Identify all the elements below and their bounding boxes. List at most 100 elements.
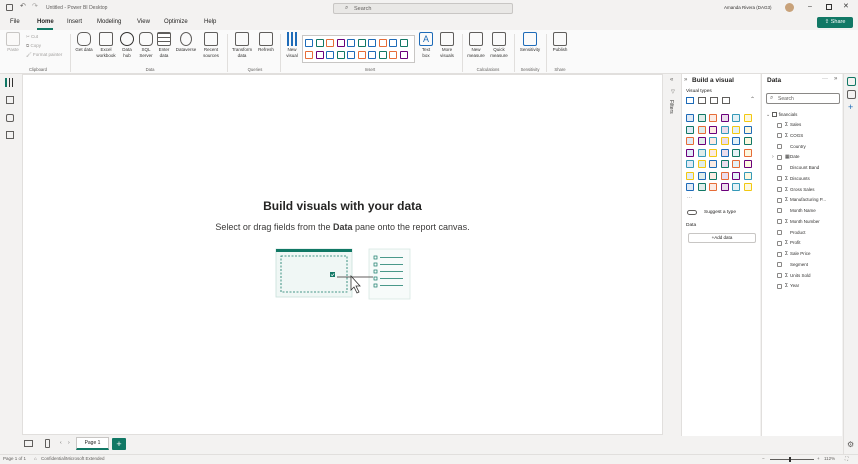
format-painter-button[interactable]: 🖌 Format painter xyxy=(26,52,62,58)
redo-icon[interactable]: ↷ xyxy=(32,2,38,10)
gallery-visual-icon[interactable] xyxy=(347,51,355,59)
field-item[interactable]: Σ COGS xyxy=(772,131,803,141)
visual-type-icon[interactable] xyxy=(686,171,694,180)
field-checkbox[interactable] xyxy=(777,143,782,149)
visual-type-icon[interactable] xyxy=(697,125,706,134)
add-pane-icon[interactable]: + xyxy=(848,102,853,112)
visual-type-icon[interactable] xyxy=(709,160,717,168)
transform-data-button[interactable]: Transform data xyxy=(230,32,254,58)
expand-filters-icon[interactable]: « xyxy=(670,77,673,83)
field-checkbox[interactable] xyxy=(777,251,782,257)
collapse-data-icon[interactable]: » xyxy=(834,76,837,82)
field-checkbox[interactable] xyxy=(777,219,782,225)
tab-home[interactable]: Home xyxy=(37,19,54,25)
visual-type-icon[interactable] xyxy=(709,137,717,145)
gallery-visual-icon[interactable] xyxy=(357,51,366,59)
visual-type-icon[interactable] xyxy=(720,148,729,157)
visual-type-icon[interactable] xyxy=(709,171,717,180)
field-checkbox[interactable] xyxy=(777,283,782,289)
desktop-layout-icon[interactable] xyxy=(24,440,33,447)
field-item[interactable]: Product xyxy=(772,228,806,238)
field-checkbox[interactable] xyxy=(777,176,782,182)
visual-type-icon[interactable] xyxy=(697,114,706,122)
gallery-visual-icon[interactable] xyxy=(357,39,366,47)
tab-help[interactable]: Help xyxy=(204,19,216,25)
cut-button[interactable]: ✂ Cut xyxy=(26,34,38,40)
visual-type-icon[interactable] xyxy=(709,148,717,157)
data-pane-icon[interactable] xyxy=(847,77,856,86)
visual-type-icon[interactable] xyxy=(743,160,752,168)
paste-button[interactable]: Paste xyxy=(4,32,22,53)
gallery-visual-icon[interactable] xyxy=(368,51,376,59)
table-visual-icon[interactable] xyxy=(722,97,730,104)
visual-type-icon[interactable] xyxy=(743,137,752,145)
visual-type-icon[interactable] xyxy=(732,137,740,145)
enter-data-button[interactable]: Enter data xyxy=(155,32,173,58)
field-item[interactable]: Country xyxy=(772,142,806,152)
dax-query-icon[interactable] xyxy=(6,131,14,139)
share-button[interactable]: ⇪ Share xyxy=(817,17,853,28)
add-data-button[interactable]: +Add data xyxy=(688,233,756,243)
data-search-input[interactable]: ⌕ Search xyxy=(766,93,840,104)
fit-to-page-icon[interactable]: ⛶ xyxy=(845,456,848,461)
sensitivity-button[interactable]: Sensitivity xyxy=(517,32,543,53)
gallery-visual-icon[interactable] xyxy=(399,39,408,47)
minimize-icon[interactable]: – xyxy=(808,3,812,10)
quick-measure-button[interactable]: Quick measure xyxy=(488,32,510,58)
add-page-button[interactable]: + xyxy=(112,438,126,450)
field-checkbox[interactable] xyxy=(777,229,782,235)
gallery-visual-icon[interactable] xyxy=(315,51,324,59)
gallery-visual-icon[interactable] xyxy=(378,51,387,59)
table-financials[interactable]: ⌄ financials xyxy=(766,110,797,120)
search-box[interactable]: ⌕ Search xyxy=(333,3,513,14)
sensitivity-status[interactable]: Confidential\Microsoft Extended xyxy=(41,456,105,461)
field-item[interactable]: Σ Sales xyxy=(772,120,801,130)
field-item[interactable]: › ▦Date xyxy=(772,152,800,162)
field-checkbox[interactable] xyxy=(777,208,782,214)
save-icon[interactable] xyxy=(6,4,13,11)
visualizations-pane-icon[interactable] xyxy=(847,90,856,99)
visual-type-icon[interactable] xyxy=(732,114,740,122)
gallery-visual-icon[interactable] xyxy=(368,39,376,47)
user-name[interactable]: Amanda Rivera (DAG3) xyxy=(724,5,772,10)
gallery-visual-icon[interactable] xyxy=(399,51,408,59)
new-visual-button[interactable]: New visual xyxy=(283,32,301,58)
visual-type-icon[interactable] xyxy=(732,160,740,168)
gallery-visual-icon[interactable] xyxy=(326,39,334,47)
text-box-button[interactable]: A Text box xyxy=(418,32,434,58)
field-item[interactable]: Segment xyxy=(772,260,808,270)
field-item[interactable]: Σ Profit xyxy=(772,238,801,248)
zoom-thumb[interactable] xyxy=(789,457,791,462)
gallery-visual-icon[interactable] xyxy=(389,39,397,47)
more-options-icon[interactable]: ··· xyxy=(822,76,828,82)
field-checkbox[interactable] xyxy=(777,187,782,192)
maximize-icon[interactable] xyxy=(826,4,832,10)
visual-type-icon[interactable] xyxy=(686,183,694,191)
visual-type-icon[interactable] xyxy=(720,125,729,134)
gallery-visual-icon[interactable] xyxy=(336,39,345,47)
visual-type-icon[interactable] xyxy=(686,137,694,145)
visual-type-icon[interactable] xyxy=(697,171,706,180)
more-ellipsis-icon[interactable]: ··· xyxy=(687,195,692,201)
field-item[interactable]: Discount Band xyxy=(772,163,819,173)
table-view-icon[interactable] xyxy=(6,96,14,104)
visual-type-icon[interactable] xyxy=(720,171,729,180)
model-view-icon[interactable] xyxy=(6,114,14,122)
new-measure-button[interactable]: New measure xyxy=(465,32,487,58)
collapse-pane-icon[interactable]: » xyxy=(684,77,687,83)
zoom-out-icon[interactable]: − xyxy=(762,456,765,461)
visual-type-icon[interactable] xyxy=(697,183,706,191)
more-visuals-button[interactable]: More visuals xyxy=(436,32,458,58)
filters-pane-collapsed[interactable]: « ▽ Filters xyxy=(668,74,680,436)
field-item[interactable]: Σ Units Sold xyxy=(772,271,811,281)
field-checkbox[interactable] xyxy=(777,262,782,268)
visual-type-icon[interactable] xyxy=(732,171,740,180)
undo-icon[interactable]: ↶ xyxy=(20,2,26,10)
next-page-icon[interactable]: › xyxy=(68,440,70,446)
visual-type-icon[interactable] xyxy=(732,125,740,134)
visual-type-icon[interactable] xyxy=(709,114,717,122)
visual-type-icon[interactable] xyxy=(743,171,752,180)
format-visual-icon[interactable] xyxy=(698,97,706,104)
field-item[interactable]: Σ Manufacturing P... xyxy=(772,195,826,205)
data-hub-button[interactable]: Data hub xyxy=(118,32,136,58)
